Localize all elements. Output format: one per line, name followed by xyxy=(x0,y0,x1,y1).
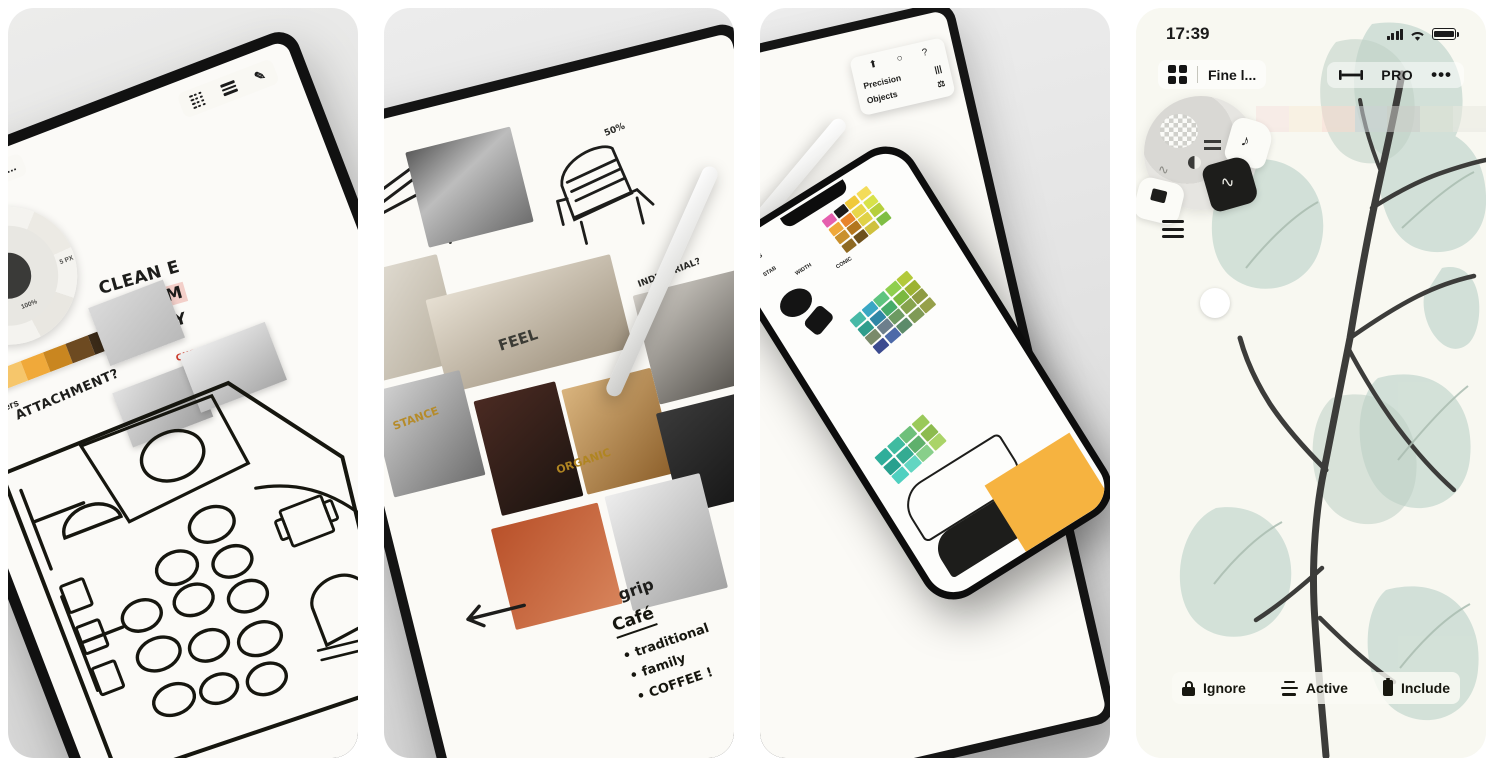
equals-icon[interactable] xyxy=(1204,140,1221,143)
ipad-screen-1: Cafeteria Furni... ✎ 105 4.92 4.19 pts xyxy=(8,39,358,758)
panel-phone-palette: ⬆ ○ ? Precision ||| Objects ⚖ SOLID & S xyxy=(760,8,1110,758)
panel-iphone-plant: 17:39 Fine l... PRO ••• ∿ ♪ ∿ Ignore Act… xyxy=(1136,8,1486,758)
signal-icon xyxy=(1386,28,1403,40)
layers-menu-button[interactable] xyxy=(1162,220,1184,238)
battery-icon xyxy=(1432,28,1459,40)
phone-label-stab: STAB xyxy=(762,265,778,279)
sliders-icon[interactable]: ||| xyxy=(933,63,942,74)
status-indicators xyxy=(1386,28,1459,41)
side-tool-panel[interactable]: ⬆ ○ ? Precision ||| Objects ⚖ xyxy=(849,37,956,117)
toolbar-item-active[interactable]: Active xyxy=(1280,680,1348,696)
status-clock: 17:39 xyxy=(1166,24,1210,43)
menu-label: Objects xyxy=(865,88,899,106)
transparency-checker-icon[interactable] xyxy=(1160,114,1198,148)
ipad-device-2: FEEL INDUSTRIAL? STANCE ORGANIC 50% grip… xyxy=(384,20,734,758)
notes-block: Café • traditional • family • COFFEE ! xyxy=(609,588,727,708)
radial-tool-menu[interactable]: ∿ ♪ ∿ xyxy=(1136,96,1276,227)
divider xyxy=(1197,66,1198,83)
moodboard-image xyxy=(384,369,486,498)
toolbar-item-ignore[interactable]: Ignore xyxy=(1182,680,1246,696)
lock-icon xyxy=(1182,680,1195,696)
help-icon[interactable]: ? xyxy=(921,47,929,59)
toolbar-label: Include xyxy=(1400,680,1450,696)
panel-ipad-floorplan: Cafeteria Furni... ✎ 105 4.92 4.19 pts xyxy=(8,8,358,758)
toolbar-item-include[interactable]: Include xyxy=(1382,677,1450,696)
layers-icon[interactable] xyxy=(220,79,239,97)
phone-time: 17:45 xyxy=(760,252,764,267)
iphone-app-canvas: 17:39 Fine l... PRO ••• ∿ ♪ ∿ Ignore Act… xyxy=(1136,8,1486,758)
phone-label-width: WIDTH xyxy=(794,262,813,278)
moodboard-image xyxy=(405,126,534,248)
pen-tool-icon[interactable]: ✎ xyxy=(252,67,268,86)
bottom-toolbar[interactable]: Ignore Active Include xyxy=(1172,672,1460,704)
wave-icon[interactable]: ∿ xyxy=(1158,162,1169,178)
ipad-screen-2: FEEL INDUSTRIAL? STANCE ORGANIC 50% grip… xyxy=(384,32,734,758)
file-name-label: Fine l... xyxy=(1208,66,1257,83)
circle-icon[interactable]: ○ xyxy=(896,53,904,65)
equals-icon xyxy=(1204,147,1221,150)
top-actions[interactable]: PRO ••• xyxy=(1327,61,1464,88)
chair-sketch xyxy=(556,145,655,245)
toolbar-label: Active xyxy=(1305,680,1348,696)
tool-toolbar[interactable]: ✎ xyxy=(176,58,280,119)
objects-icon[interactable]: ⚖ xyxy=(936,77,946,89)
file-menu-button[interactable]: Fine l... xyxy=(1158,60,1267,89)
pro-button[interactable]: PRO xyxy=(1381,67,1413,83)
more-options-icon[interactable]: ••• xyxy=(1431,66,1452,83)
panel-ipad-moodboard: FEEL INDUSTRIAL? STANCE ORGANIC 50% grip… xyxy=(384,8,734,758)
color-swatch-grid[interactable] xyxy=(849,270,936,354)
app-top-bar[interactable]: Fine l... PRO ••• xyxy=(1158,60,1464,89)
toolbar-label: Ignore xyxy=(1203,680,1246,696)
arrow-icon xyxy=(466,603,526,628)
screenshot-gallery: Cafeteria Furni... ✎ 105 4.92 4.19 pts xyxy=(0,0,1492,766)
phone-label-conic: CONIC xyxy=(835,255,854,271)
stack-icon xyxy=(1280,680,1298,696)
battery-icon xyxy=(1382,677,1393,696)
ruler-icon[interactable] xyxy=(1339,69,1364,81)
status-bar: 17:39 xyxy=(1136,24,1486,44)
notes-title: Café xyxy=(609,603,658,639)
wifi-icon xyxy=(1410,29,1425,41)
ipad-device-1: Cafeteria Furni... ✎ 105 4.92 4.19 pts xyxy=(8,25,358,758)
contrast-icon[interactable] xyxy=(1188,156,1201,169)
brush-size-handle[interactable] xyxy=(1200,288,1230,318)
import-icon[interactable]: ⬆ xyxy=(868,59,879,72)
grid-icon[interactable] xyxy=(1168,65,1187,84)
color-swatch-strip[interactable] xyxy=(1256,106,1486,132)
dots-grid-icon[interactable] xyxy=(188,91,207,110)
